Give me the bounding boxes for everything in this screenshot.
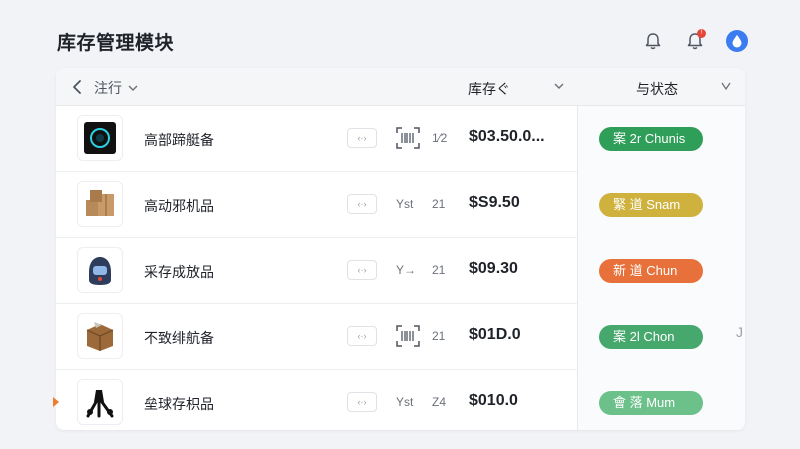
drop-icon <box>732 35 742 48</box>
page-title: 库存管理模块 <box>57 33 175 54</box>
price: $S9.50 <box>469 194 520 211</box>
status-badge[interactable]: 案 2l Chon <box>599 325 703 349</box>
quantity: Z4 <box>432 395 447 409</box>
product-name: 采存成放品 <box>144 264 214 280</box>
status-badge[interactable]: 會 落 Mum <box>599 391 703 415</box>
top-toolbar: ! <box>642 29 748 52</box>
price: $01D.0 <box>469 326 521 343</box>
sku-label: Yst <box>396 197 414 211</box>
code-button[interactable]: ‹·› <box>347 260 377 280</box>
code-button[interactable]: ‹·› <box>347 194 377 214</box>
avatar[interactable] <box>726 30 748 52</box>
cardboard-boxes-icon <box>86 190 114 216</box>
quantity: 21 <box>432 197 446 211</box>
package-box-icon <box>86 322 114 351</box>
sku-label: Yst <box>396 395 414 409</box>
row-pointer-icon <box>53 397 59 407</box>
table-row[interactable]: 采存成放品 ‹·› Y→ 21 $09.30 新 道 Chun <box>56 238 745 304</box>
table-row[interactable]: 垒球存枳品 ‹·› Yst Z4 $010.0 會 落 Mum <box>56 370 745 430</box>
sku-label: Y→ <box>396 263 417 277</box>
product-thumbnail <box>77 247 123 293</box>
quantity: 21 <box>432 329 446 343</box>
tripod-icon <box>86 390 114 418</box>
notification-badge-icon: ! <box>697 29 706 38</box>
table-row[interactable]: 不致绯航备 ‹·› 21 $01D.0 案 2l Chon J <box>56 304 745 370</box>
code-button[interactable]: ‹·› <box>347 128 377 148</box>
inventory-table: 注行 库存ぐ 与状态 高部蹄艇备 ‹·› 1⁄2 $03.50.0... 案 2… <box>56 68 745 430</box>
table-header: 注行 库存ぐ 与状态 <box>56 68 745 106</box>
chevron-down-icon[interactable] <box>552 79 566 93</box>
filter-dropdown[interactable]: 注行 <box>94 78 139 98</box>
chevron-down-icon <box>128 85 138 91</box>
price: $010.0 <box>469 392 518 409</box>
table-row[interactable]: 高部蹄艇备 ‹·› 1⁄2 $03.50.0... 案 2r Chunis <box>56 106 745 172</box>
table-row[interactable]: 高动邪机品 ‹·› Yst 21 $S9.50 緊 道 Snam <box>56 172 745 238</box>
camera-device-icon <box>84 122 116 154</box>
product-thumbnail <box>77 313 123 359</box>
helmet-icon <box>89 257 111 285</box>
price: $09.30 <box>469 260 518 277</box>
product-name: 高动邪机品 <box>144 198 214 214</box>
alerts-button[interactable]: ! <box>684 29 706 52</box>
product-name: 垒球存枳品 <box>144 396 214 412</box>
price: $03.50.0... <box>469 128 545 145</box>
column-header-status[interactable]: 与状态 <box>636 79 678 99</box>
column-header-stock[interactable]: 库存ぐ <box>468 79 510 99</box>
status-badge[interactable]: 緊 道 Snam <box>599 193 703 217</box>
status-badge[interactable]: 案 2r Chunis <box>599 127 703 151</box>
chevron-left-icon[interactable] <box>68 77 88 97</box>
chevron-down-icon[interactable] <box>720 80 732 92</box>
barcode-icon[interactable] <box>396 325 420 347</box>
product-thumbnail <box>77 181 123 227</box>
barcode-icon[interactable] <box>396 127 420 149</box>
code-button[interactable]: ‹·› <box>347 392 377 412</box>
quantity: 1⁄2 <box>432 131 448 145</box>
code-button[interactable]: ‹·› <box>347 326 377 346</box>
notification-button[interactable] <box>642 30 664 52</box>
status-badge[interactable]: 新 道 Chun <box>599 259 703 283</box>
row-marker: J <box>736 324 743 340</box>
quantity: 21 <box>432 263 446 277</box>
product-name: 不致绯航备 <box>144 330 214 346</box>
filter-label: 注行 <box>94 80 122 96</box>
product-thumbnail <box>77 115 123 161</box>
product-name: 高部蹄艇备 <box>144 132 214 148</box>
bell-icon <box>645 33 661 50</box>
product-thumbnail <box>77 379 123 425</box>
app-root: 库存管理模块 ! 注行 库存ぐ 与状态 高部蹄艇备 ‹·› 1⁄2 $03.50… <box>0 0 800 449</box>
